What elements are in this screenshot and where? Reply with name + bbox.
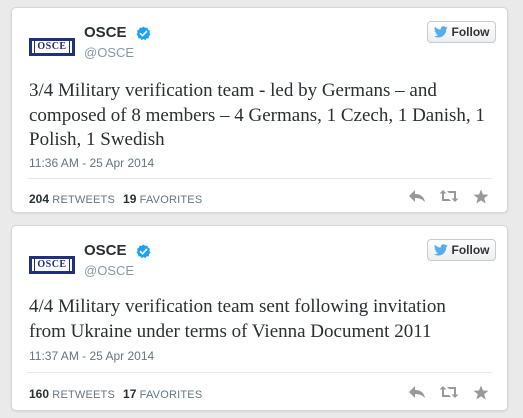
- account-handle[interactable]: @OSCE: [84, 45, 134, 60]
- follow-button[interactable]: Follow: [427, 239, 496, 261]
- favorite-icon[interactable]: [471, 383, 491, 401]
- retweets-count: 160: [29, 387, 50, 401]
- retweets-label: RETWEETS: [52, 389, 116, 401]
- follow-label: Follow: [451, 243, 490, 257]
- tweet-stats: 160 RETWEETS 17 FAVORITES: [29, 387, 202, 401]
- favorites-stat[interactable]: 17 FAVORITES: [123, 387, 203, 401]
- logo-text: OSCE: [35, 259, 69, 271]
- tweet-timestamp[interactable]: 11:37 AM - 25 Apr 2014: [29, 349, 154, 363]
- verified-badge-icon: [136, 244, 151, 259]
- tweet-actions: [407, 383, 491, 401]
- account-name[interactable]: OSCE: [84, 24, 127, 41]
- logo-text: OSCE: [35, 41, 69, 53]
- favorites-count: 19: [123, 192, 137, 206]
- account-handle[interactable]: @OSCE: [84, 263, 134, 278]
- favorites-stat[interactable]: 19 FAVORITES: [123, 192, 203, 206]
- reply-icon[interactable]: [407, 383, 427, 401]
- follow-button[interactable]: Follow: [427, 21, 496, 43]
- tweet-stats: 204 RETWEETS 19 FAVORITES: [29, 192, 202, 206]
- verified-badge-icon: [136, 26, 151, 41]
- osce-logo: OSCE: [29, 256, 75, 274]
- retweets-stat[interactable]: 204 RETWEETS: [29, 192, 116, 206]
- twitter-bird-icon: [433, 26, 448, 38]
- tweet-text: 4/4 Military verification team sent foll…: [29, 296, 446, 342]
- favorites-label: FAVORITES: [139, 389, 203, 401]
- divider: [27, 178, 492, 179]
- retweet-icon[interactable]: [439, 383, 459, 401]
- follow-label: Follow: [451, 25, 490, 39]
- reply-icon[interactable]: [407, 187, 427, 205]
- tweet-card: OSCE OSCE @OSCE Follow 3/4 Military veri…: [11, 7, 508, 213]
- tweet-actions: [407, 187, 491, 205]
- avatar[interactable]: OSCE: [29, 255, 75, 275]
- tweet-card: OSCE OSCE @OSCE Follow 4/4 Military veri…: [11, 225, 508, 411]
- divider: [27, 372, 492, 373]
- favorites-count: 17: [123, 387, 137, 401]
- retweet-icon[interactable]: [439, 187, 459, 205]
- retweets-count: 204: [29, 192, 50, 206]
- osce-logo: OSCE: [29, 38, 75, 56]
- twitter-bird-icon: [433, 244, 448, 256]
- avatar[interactable]: OSCE: [29, 37, 75, 57]
- account-name[interactable]: OSCE: [84, 242, 127, 259]
- tweet-text: 3/4 Military verification team - led by …: [29, 80, 485, 150]
- retweets-label: RETWEETS: [52, 194, 116, 206]
- favorite-icon[interactable]: [471, 187, 491, 205]
- favorites-label: FAVORITES: [139, 194, 203, 206]
- tweet-timestamp[interactable]: 11:36 AM - 25 Apr 2014: [29, 156, 154, 170]
- retweets-stat[interactable]: 160 RETWEETS: [29, 387, 116, 401]
